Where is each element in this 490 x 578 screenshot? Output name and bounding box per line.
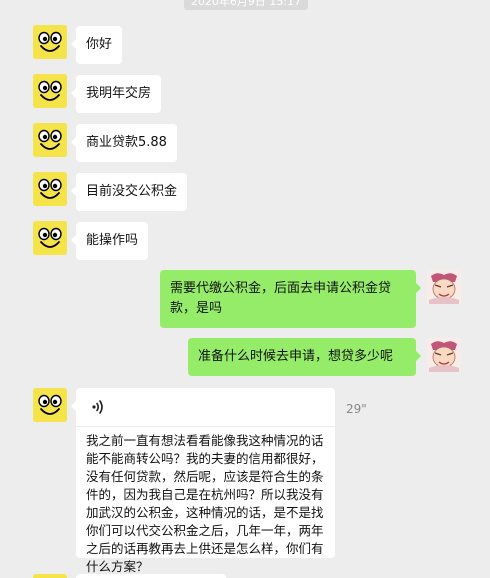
contact-avatar[interactable] [33,574,67,578]
contact-avatar[interactable] [33,74,67,108]
message-bubble[interactable]: 我明年交房 [70,75,162,113]
voice-play-area[interactable] [76,388,335,426]
contact-avatar[interactable] [33,221,67,255]
smiley-face-icon [33,221,67,255]
message-timestamp: 2020年6月9日 15:17 [184,0,308,10]
message-bubble[interactable]: 目前没交公积金 [70,173,188,211]
smiley-face-icon [33,172,67,206]
message-bubble[interactable]: 能操作吗 [70,222,149,260]
contact-avatar[interactable] [33,123,67,157]
voice-divider [76,426,335,427]
my-avatar[interactable] [427,338,461,372]
smiley-face-icon [33,74,67,108]
cartoon-character-icon [427,338,461,372]
voice-wave-icon [92,400,103,414]
message-bubble-outgoing[interactable]: 需要代缴公积金，后面去申请公积金贷款，是吗 [160,270,421,328]
smiley-face-icon [33,25,67,59]
contact-avatar[interactable] [33,172,67,206]
message-bubble[interactable]: 你好 [70,26,123,64]
contact-avatar[interactable] [33,388,67,422]
voice-transcript-text: 我之前一直有想法看看能像我这种情况的话能不能商转公吗？我的夫妻的信用都很好，没有… [86,433,324,574]
message-bubble[interactable] [76,574,226,578]
my-avatar[interactable] [427,270,461,304]
smiley-face-icon [33,123,67,157]
voice-duration: 29" [346,402,367,416]
chat-window: 2020年6月9日 15:17 你好 我明年交房 商业贷款5.88 目前没交公积… [0,0,490,578]
voice-message-bubble[interactable]: 我之前一直有想法看看能像我这种情况的话能不能商转公吗？我的夫妻的信用都很好，没有… [71,388,335,574]
cartoon-character-icon [427,270,461,304]
message-bubble[interactable]: 商业贷款5.88 [71,124,177,162]
message-bubble-outgoing[interactable]: 准备什么时候去申请，想贷多少呢 [188,338,421,376]
contact-avatar[interactable] [33,25,67,59]
smiley-face-icon [33,388,67,422]
